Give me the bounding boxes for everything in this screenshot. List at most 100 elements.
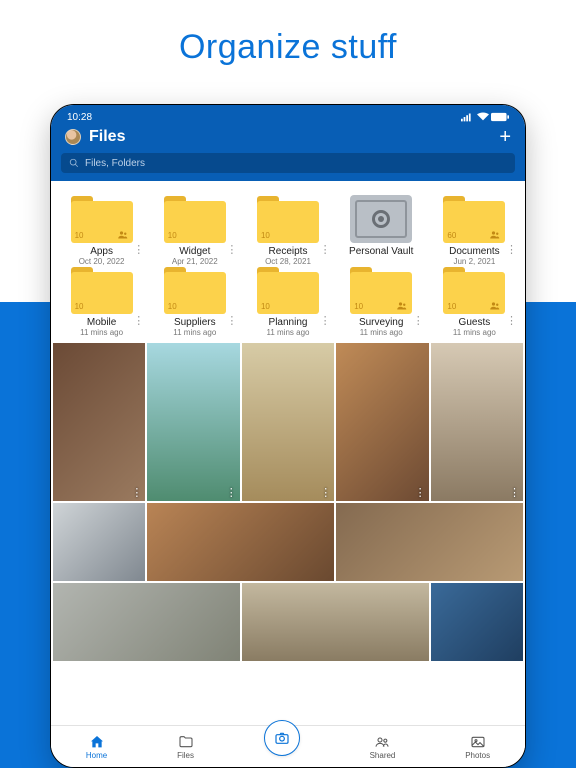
page-title: Files xyxy=(89,128,491,146)
photo-tile[interactable] xyxy=(242,583,429,661)
folder-date: Oct 20, 2022 xyxy=(79,257,125,266)
folder-icon: 10 xyxy=(164,195,226,243)
folder-item[interactable]: Personal Vault xyxy=(337,195,426,266)
folder-more-icon[interactable]: ⋮ xyxy=(506,316,517,327)
folder-date: 11 mins ago xyxy=(80,328,123,337)
photo-more-icon[interactable]: ⋮ xyxy=(415,486,426,499)
folder-more-icon[interactable]: ⋮ xyxy=(133,245,144,256)
photo-tile[interactable] xyxy=(431,583,523,661)
wifi-icon xyxy=(477,112,489,122)
folder-date: Oct 28, 2021 xyxy=(265,257,311,266)
folder-date: Apr 21, 2022 xyxy=(172,257,218,266)
photo-tile[interactable]: ⋮ xyxy=(242,343,334,501)
add-button[interactable]: + xyxy=(499,127,511,147)
content-area: 10AppsOct 20, 2022⋮10WidgetApr 21, 2022⋮… xyxy=(51,181,525,751)
folder-item[interactable]: 10Mobile11 mins ago⋮ xyxy=(57,266,146,337)
user-avatar[interactable] xyxy=(65,129,81,145)
folder-icon: 10 xyxy=(164,266,226,314)
folder-item[interactable]: 10 Surveying11 mins ago ⋮ xyxy=(337,266,426,337)
photo-icon xyxy=(470,734,486,750)
folder-name: Surveying xyxy=(359,317,403,328)
folder-icon: 10 xyxy=(71,266,133,314)
folder-item[interactable]: 60DocumentsJun 2, 2021⋮ xyxy=(430,195,519,266)
folder-count: 10 xyxy=(354,302,363,311)
status-icons xyxy=(461,112,509,122)
photo-more-icon[interactable]: ⋮ xyxy=(320,486,331,499)
folder-name: Suppliers xyxy=(174,317,216,328)
photo-tile[interactable]: ⋮ xyxy=(147,343,239,501)
folder-date: 11 mins ago xyxy=(453,328,496,337)
folder-icon: 10 xyxy=(257,266,319,314)
clock: 10:28 xyxy=(67,112,92,123)
camera-icon xyxy=(274,730,290,746)
nav-photos[interactable]: Photos xyxy=(465,734,490,760)
folder-date: 11 mins ago xyxy=(360,328,403,337)
folder-icon: 10 xyxy=(71,195,133,243)
shared-icon xyxy=(489,300,501,312)
folder-more-icon[interactable]: ⋮ xyxy=(320,245,331,256)
page-tagline: Organize stuff xyxy=(0,28,576,67)
photo-tile[interactable]: ⋮ xyxy=(336,343,428,501)
folder-icon: 10 xyxy=(257,195,319,243)
nav-label: Shared xyxy=(370,751,396,760)
folder-more-icon[interactable]: ⋮ xyxy=(226,316,237,327)
folder-date: 11 mins ago xyxy=(173,328,216,337)
folder-count: 10 xyxy=(168,231,177,240)
folder-item[interactable]: 10AppsOct 20, 2022⋮ xyxy=(57,195,146,266)
photo-tile[interactable]: ⋮ xyxy=(431,343,523,501)
folder-more-icon[interactable]: ⋮ xyxy=(133,316,144,327)
app-header: 10:28 Files + Files, Folders xyxy=(51,105,525,181)
folder-name: Documents xyxy=(449,246,500,257)
folder-icon: 10 xyxy=(350,266,412,314)
folder-name: Receipts xyxy=(269,246,308,257)
photo-more-icon[interactable]: ⋮ xyxy=(509,486,520,499)
nav-label: Files xyxy=(177,751,194,760)
search-icon xyxy=(69,158,79,168)
signal-icon xyxy=(461,112,475,122)
home-icon xyxy=(89,734,105,750)
folder-name: Widget xyxy=(179,246,210,257)
photo-tile[interactable] xyxy=(53,503,145,581)
folder-item[interactable]: 10 ReceiptsOct 28, 2021 ⋮ xyxy=(243,195,332,266)
nav-label: Home xyxy=(86,751,107,760)
nav-files[interactable]: Files xyxy=(177,734,194,760)
folder-item[interactable]: 10 Planning11 mins ago ⋮ xyxy=(243,266,332,337)
folder-more-icon[interactable]: ⋮ xyxy=(506,245,517,256)
folder-item[interactable]: 10 Suppliers11 mins ago ⋮ xyxy=(150,266,239,337)
nav-home[interactable]: Home xyxy=(86,734,107,760)
folder-count: 10 xyxy=(168,302,177,311)
folder-name: Guests xyxy=(459,317,491,328)
folder-more-icon[interactable]: ⋮ xyxy=(226,245,237,256)
folder-item[interactable]: 10WidgetApr 21, 2022 ⋮ xyxy=(150,195,239,266)
camera-button[interactable] xyxy=(264,720,300,756)
folder-item[interactable]: 10Guests11 mins ago ⋮ xyxy=(430,266,519,337)
nav-label: Photos xyxy=(465,751,490,760)
folder-more-icon[interactable]: ⋮ xyxy=(413,316,424,327)
folder-count: 10 xyxy=(261,302,270,311)
vault-icon xyxy=(350,195,412,243)
nav-shared[interactable]: Shared xyxy=(370,734,396,760)
search-input[interactable]: Files, Folders xyxy=(61,153,515,173)
photo-tile[interactable]: ⋮ xyxy=(53,343,145,501)
photo-more-icon[interactable]: ⋮ xyxy=(226,486,237,499)
battery-icon xyxy=(491,112,509,122)
photo-more-icon[interactable]: ⋮ xyxy=(131,486,142,499)
photo-mosaic: ⋮ ⋮ ⋮ ⋮ ⋮ xyxy=(51,341,525,661)
photo-tile[interactable] xyxy=(53,583,240,661)
folder-count: 60 xyxy=(447,231,456,240)
folder-icon: 10 xyxy=(443,266,505,314)
shared-icon xyxy=(396,300,408,312)
shared-icon xyxy=(489,229,501,241)
folder-icon: 60 xyxy=(443,195,505,243)
photo-tile[interactable] xyxy=(336,503,523,581)
tablet-frame: 10:28 Files + Files, Folders 10AppsOct 2… xyxy=(50,104,526,768)
photo-tile[interactable] xyxy=(147,503,334,581)
folder-date: 11 mins ago xyxy=(266,328,309,337)
folder-icon xyxy=(178,734,194,750)
people-icon xyxy=(374,734,390,750)
folder-count: 10 xyxy=(75,231,84,240)
folder-count: 10 xyxy=(447,302,456,311)
folder-name: Planning xyxy=(269,317,308,328)
folder-more-icon[interactable]: ⋮ xyxy=(320,316,331,327)
folder-count: 10 xyxy=(75,302,84,311)
